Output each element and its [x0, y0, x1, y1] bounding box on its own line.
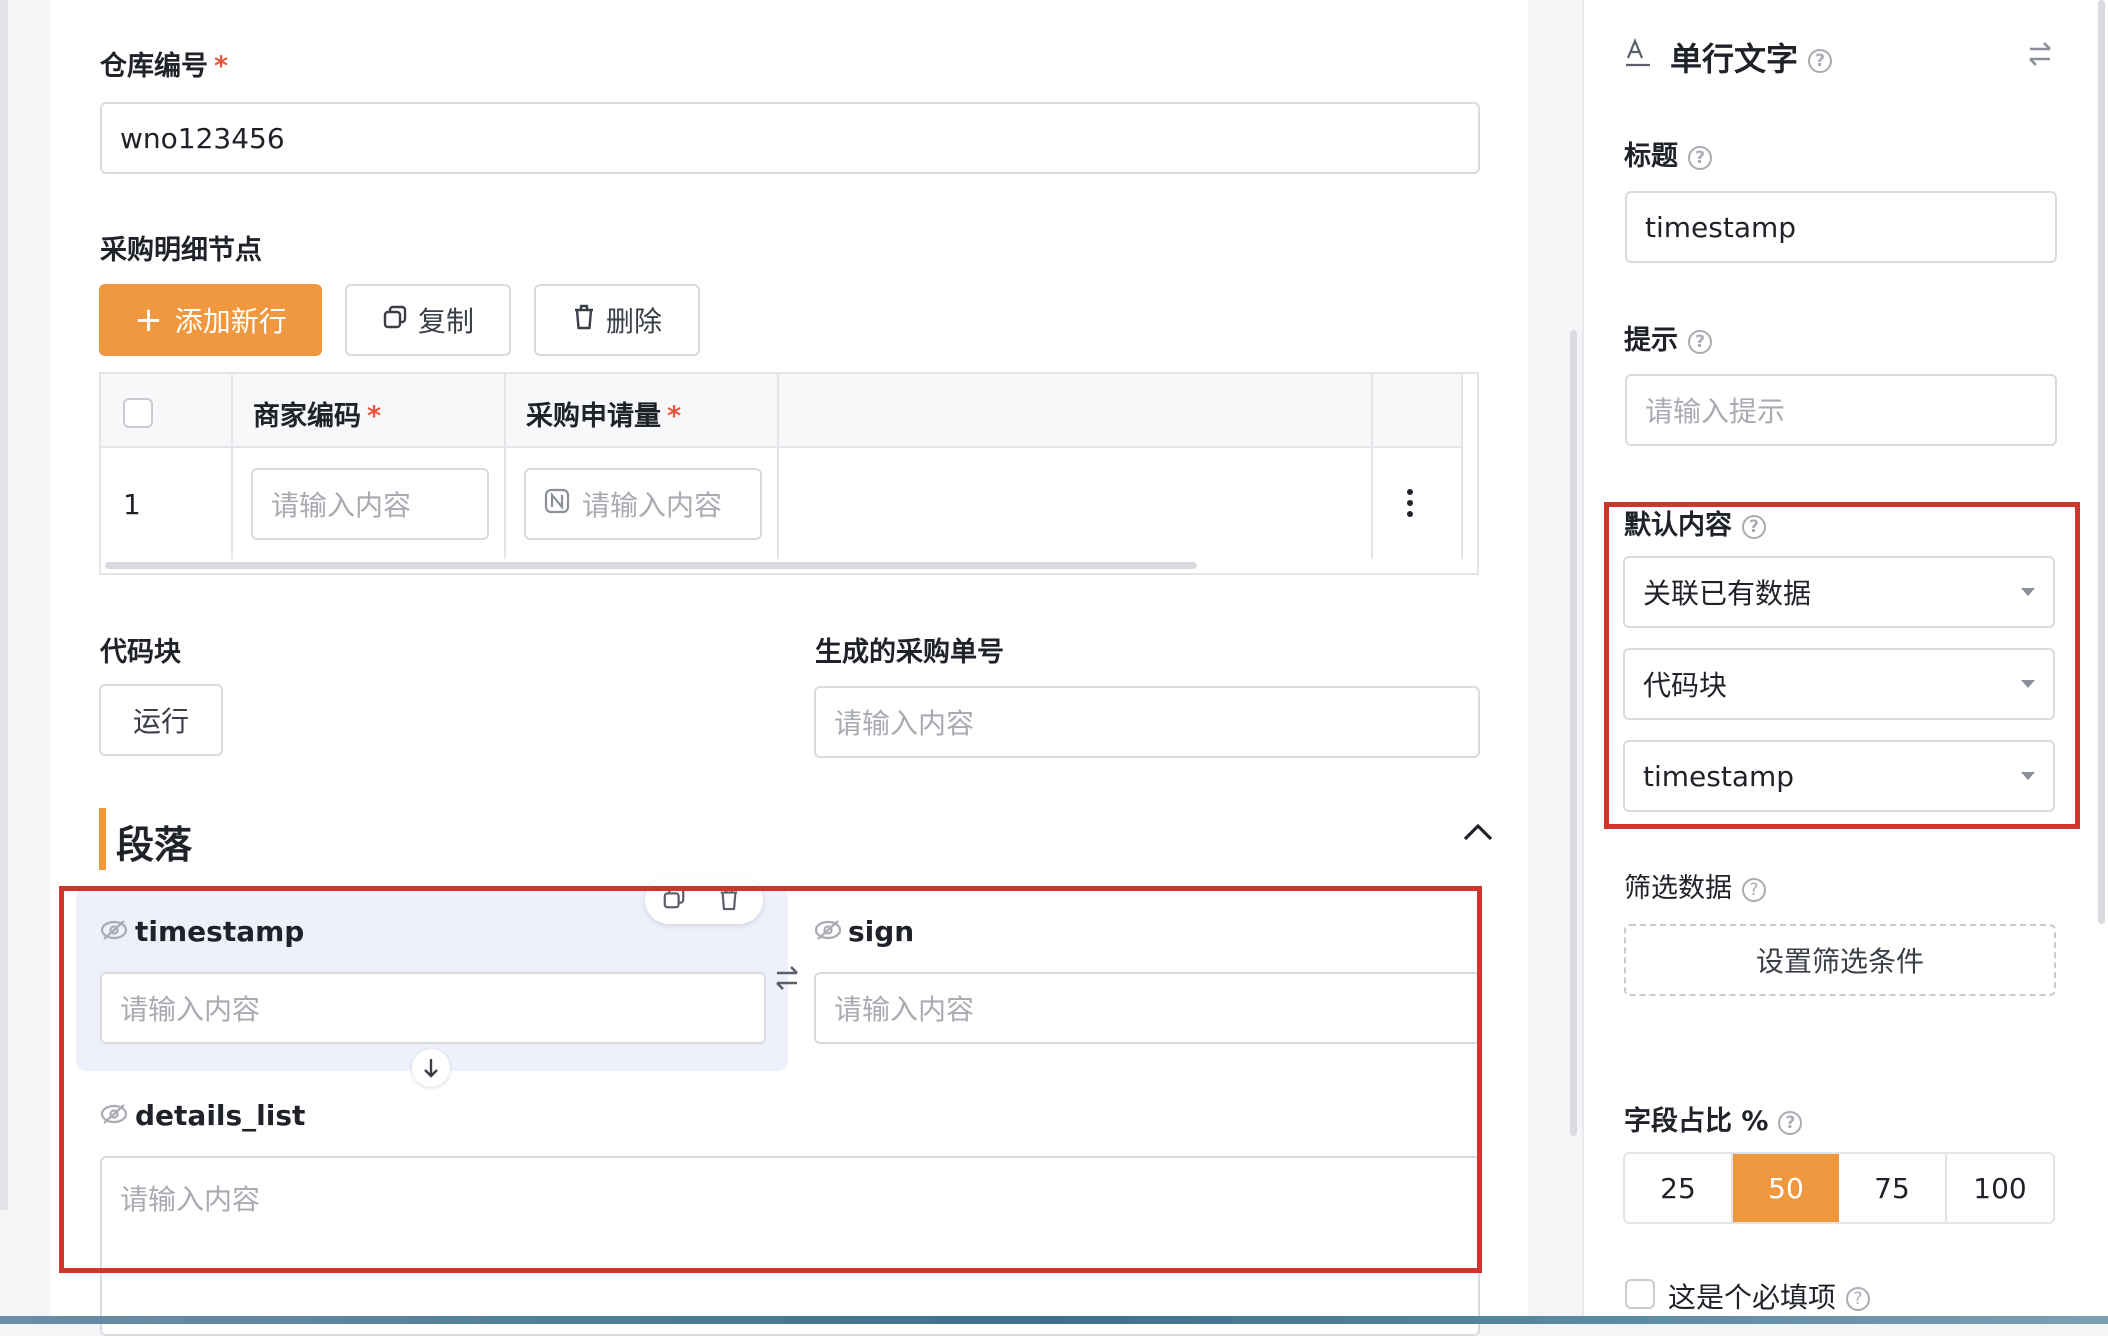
- column-header-quantity: 采购申请量 *: [526, 401, 682, 432]
- required-label: 这是个必填项?: [1668, 1276, 1871, 1316]
- column-header-merchant-code: 商家编码 *: [253, 401, 382, 432]
- help-icon[interactable]: ?: [1778, 1110, 1803, 1135]
- col-divider: [1371, 374, 1373, 559]
- collapse-chevron-icon[interactable]: [1462, 822, 1494, 846]
- ratio-option-100[interactable]: 100: [1947, 1154, 2053, 1222]
- text-field-icon: [1624, 38, 1652, 72]
- help-icon[interactable]: ?: [1846, 1287, 1871, 1311]
- required-checkbox[interactable]: [1625, 1279, 1655, 1309]
- section-highlight-box: [59, 886, 1482, 1273]
- copy-icon: [382, 304, 408, 337]
- title-input[interactable]: timestamp: [1625, 191, 2057, 263]
- help-icon[interactable]: ?: [1688, 145, 1712, 170]
- help-icon[interactable]: ?: [1742, 877, 1766, 902]
- hint-label: 提示?: [1624, 318, 1712, 357]
- row-index: 1: [123, 488, 141, 521]
- trash-icon: [572, 303, 596, 338]
- col-divider: [504, 374, 506, 559]
- default-content-highlight-box: [1604, 502, 2080, 829]
- panel-header-title: 单行文字?: [1670, 34, 1833, 80]
- set-filter-button[interactable]: 设置筛选条件: [1624, 924, 2056, 996]
- horizontal-scrollbar[interactable]: [105, 562, 1197, 569]
- quantity-input[interactable]: 请输入内容: [524, 468, 762, 540]
- merchant-code-input[interactable]: 请输入内容: [251, 468, 489, 540]
- col-divider: [231, 374, 233, 559]
- panel-scrollbar[interactable]: [2098, 0, 2105, 924]
- copy-button[interactable]: 复制: [345, 284, 511, 356]
- code-block-label: 代码块: [100, 637, 181, 668]
- run-button[interactable]: 运行: [99, 684, 223, 756]
- add-row-button[interactable]: + 添加新行: [99, 284, 322, 356]
- ratio-option-50[interactable]: 50: [1733, 1154, 1839, 1222]
- select-all-checkbox[interactable]: [123, 398, 153, 428]
- warehouse-input[interactable]: wno123456: [100, 102, 1480, 174]
- help-icon[interactable]: ?: [1688, 329, 1712, 354]
- more-vertical-icon[interactable]: [1406, 488, 1414, 518]
- ratio-label: 字段占比 %?: [1624, 1099, 1803, 1138]
- hint-input[interactable]: 请输入提示: [1625, 374, 2057, 446]
- purchase-details-label: 采购明细节点: [100, 235, 262, 266]
- warehouse-label: 仓库编号 *: [100, 51, 229, 82]
- left-edge: [0, 0, 8, 1210]
- window-bottom-edge: [0, 1316, 2108, 1324]
- section-title: 段落: [116, 823, 193, 867]
- vertical-scrollbar[interactable]: [1570, 330, 1577, 1136]
- col-divider: [777, 374, 779, 559]
- col-divider: [1461, 374, 1463, 559]
- generated-order-label: 生成的采购单号: [815, 637, 1004, 668]
- delete-button[interactable]: 删除: [534, 284, 700, 356]
- number-icon: [544, 488, 570, 521]
- details-table: 商家编码 * 采购申请量 * 1 请输入内容 请输入内容: [99, 372, 1479, 575]
- generated-order-input[interactable]: 请输入内容: [814, 686, 1480, 758]
- section-accent-bar: [99, 808, 106, 870]
- help-icon[interactable]: ?: [1808, 49, 1833, 73]
- ratio-option-75[interactable]: 75: [1839, 1154, 1947, 1222]
- title-label: 标题?: [1624, 134, 1712, 173]
- ratio-option-25[interactable]: 25: [1625, 1154, 1733, 1222]
- ratio-segmented-control: 25 50 75 100: [1623, 1152, 2055, 1224]
- filter-label: 筛选数据?: [1624, 866, 1766, 905]
- switch-type-icon[interactable]: [2027, 40, 2053, 72]
- plus-icon: +: [134, 300, 163, 340]
